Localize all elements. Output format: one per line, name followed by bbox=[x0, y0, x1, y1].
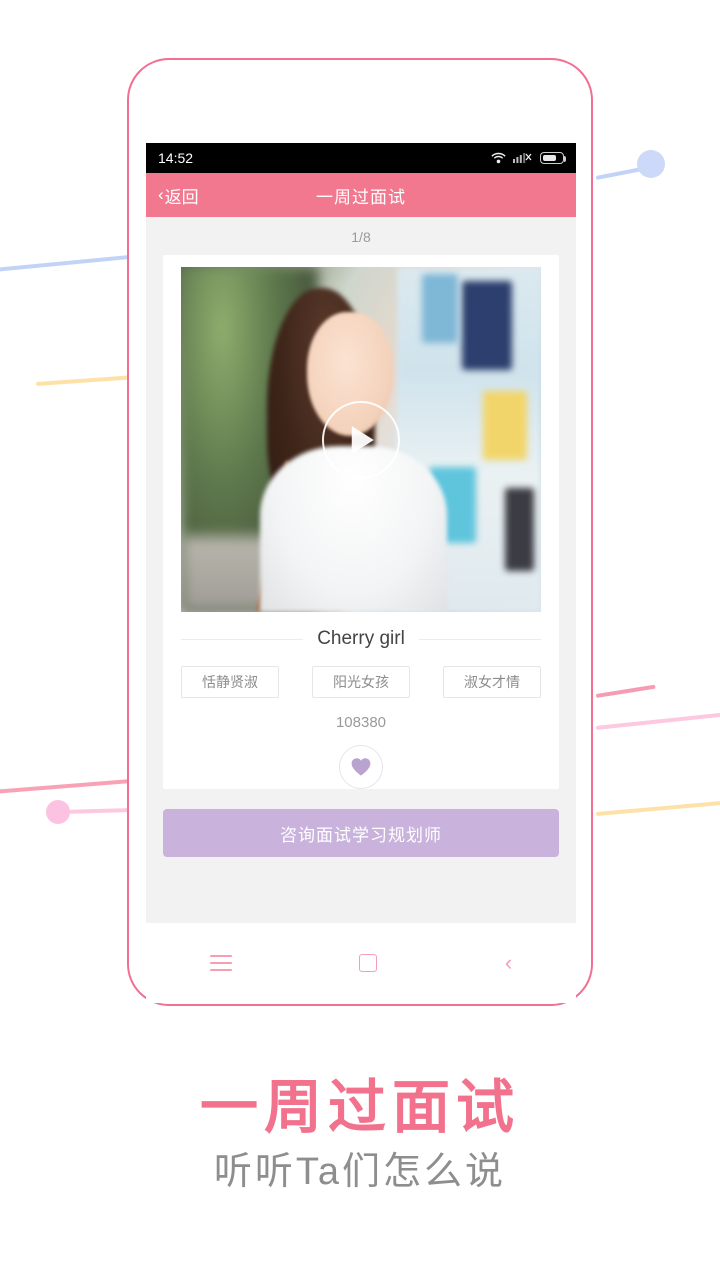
phone-screen: 14:52 ‹ 返回 一周过面试 1/8 Cherry girl 恬静贤淑 阳光… bbox=[146, 143, 576, 923]
back-button-label: 返回 bbox=[164, 187, 199, 207]
deco-dot-pink-left bbox=[46, 800, 70, 824]
page-title: 一周过面试 bbox=[316, 187, 406, 207]
profile-tag-list: 恬静贤淑 阳光女孩 淑女才情 bbox=[181, 666, 541, 698]
profile-tag[interactable]: 淑女才情 bbox=[443, 666, 541, 698]
divider-right bbox=[418, 638, 541, 640]
video-poster-1 bbox=[461, 280, 513, 371]
deco-line-yellow-right bbox=[595, 800, 720, 816]
back-chevron-icon[interactable]: ‹ bbox=[505, 952, 512, 974]
video-thumbnail[interactable] bbox=[181, 267, 541, 612]
profile-tag[interactable]: 阳光女孩 bbox=[312, 666, 410, 698]
deco-dot-blue-right bbox=[637, 150, 665, 178]
back-chevron-icon: ‹ bbox=[158, 185, 164, 204]
video-poster-3 bbox=[483, 391, 527, 461]
play-button-icon[interactable] bbox=[322, 400, 400, 479]
headline-caption: 一周过面试 bbox=[199, 1075, 520, 1140]
deco-line-pink-right-lower bbox=[595, 712, 720, 730]
page-indicator: 1/8 bbox=[146, 217, 576, 255]
heart-icon bbox=[351, 758, 371, 776]
home-square-icon[interactable] bbox=[359, 954, 378, 972]
promo-page: 14:52 ‹ 返回 一周过面试 1/8 Cherry girl 恬静贤淑 阳光… bbox=[0, 0, 720, 1280]
subhead-caption: 听听Ta们怎么说 bbox=[213, 1151, 507, 1193]
video-poster-2 bbox=[422, 273, 459, 343]
like-button[interactable] bbox=[339, 745, 383, 789]
signal-bars-no-service-icon bbox=[513, 151, 533, 166]
play-triangle-icon bbox=[351, 425, 374, 454]
deco-line-pink-right-upper bbox=[595, 684, 656, 698]
profile-tag[interactable]: 恬静贤淑 bbox=[181, 666, 279, 698]
app-nav-bar: ‹ 返回 一周过面试 bbox=[146, 173, 576, 217]
profile-name-row: Cherry girl bbox=[181, 628, 541, 650]
phone-frame: 14:52 ‹ 返回 一周过面试 1/8 Cherry girl 恬静贤淑 阳光… bbox=[127, 58, 593, 1006]
battery-icon bbox=[540, 152, 566, 164]
profile-card: Cherry girl 恬静贤淑 阳光女孩 淑女才情 108380 bbox=[163, 255, 559, 789]
like-count: 108380 bbox=[335, 714, 387, 731]
status-bar: 14:52 bbox=[146, 143, 576, 173]
soft-navigation-bar: ‹ bbox=[146, 923, 576, 1003]
menu-icon[interactable] bbox=[209, 955, 232, 971]
cta-button[interactable]: 咨询面试学习规划师 bbox=[163, 809, 559, 857]
back-button[interactable]: ‹ 返回 bbox=[158, 183, 199, 208]
status-time: 14:52 bbox=[158, 150, 194, 166]
like-row bbox=[163, 745, 559, 789]
status-icons bbox=[491, 151, 566, 166]
profile-name: Cherry girl bbox=[317, 628, 405, 649]
wifi-icon bbox=[491, 152, 506, 164]
divider-left bbox=[181, 638, 304, 640]
video-poster-5 bbox=[505, 487, 534, 571]
